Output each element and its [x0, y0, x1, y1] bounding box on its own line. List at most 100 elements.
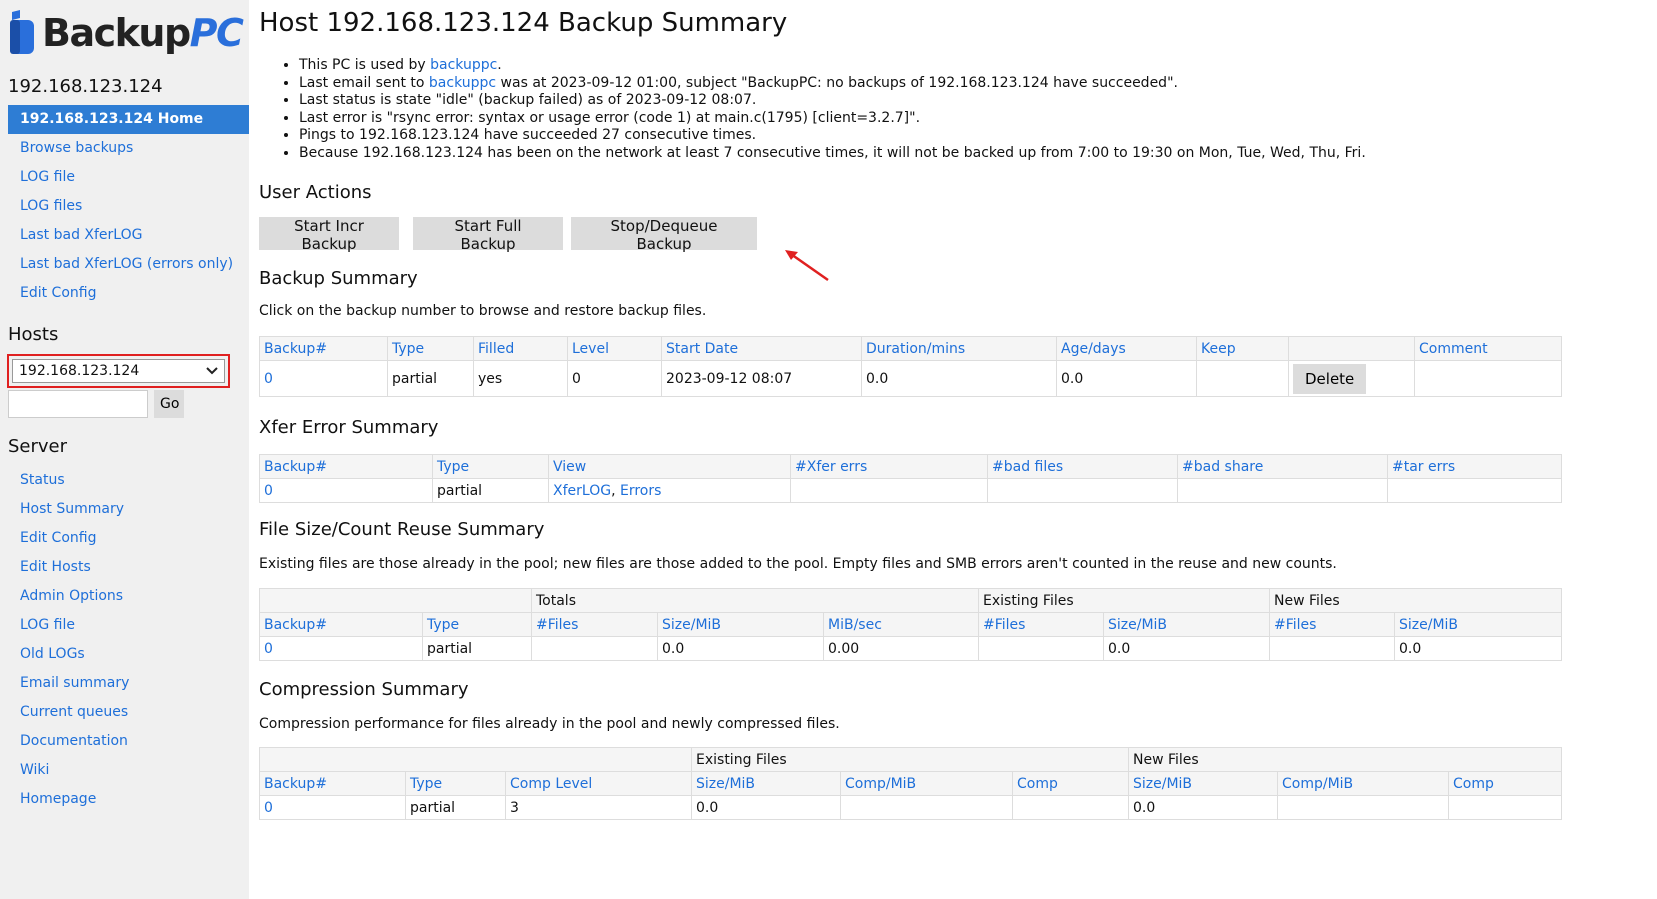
- sidebar-item-current-queues[interactable]: Current queues: [0, 698, 249, 727]
- host-select[interactable]: 192.168.123.124: [12, 359, 225, 383]
- backup-num-link[interactable]: 0: [264, 800, 273, 816]
- col-duration[interactable]: Duration/mins: [861, 336, 1057, 361]
- xfer-error-table: Backup# Type View #Xfer errs #bad files …: [259, 454, 1562, 503]
- compression-summary-table: Existing Files New Files Backup# Type Co…: [259, 747, 1562, 820]
- col-xfer-errs[interactable]: #Xfer errs: [790, 454, 988, 479]
- reuse-summary-table: Totals Existing Files New Files Backup# …: [259, 588, 1562, 661]
- cell-existing-files: [978, 636, 1104, 661]
- cell-level: 0: [567, 360, 662, 397]
- sidebar-item-host-summary[interactable]: Host Summary: [0, 495, 249, 524]
- backup-num-link[interactable]: 0: [264, 483, 273, 499]
- col-type[interactable]: Type: [387, 336, 474, 361]
- sidebar-item-wiki[interactable]: Wiki: [0, 756, 249, 785]
- sidebar-item-browse-backups[interactable]: Browse backups: [0, 134, 249, 163]
- col-backup-num[interactable]: Backup#: [259, 336, 388, 361]
- col-size[interactable]: Size/MiB: [657, 612, 824, 637]
- table-row: 0 partial XferLOG, Errors: [259, 478, 1562, 503]
- col-existing-files[interactable]: #Files: [978, 612, 1104, 637]
- sidebar-item-log-files[interactable]: LOG files: [0, 192, 249, 221]
- sidebar-item-server-edit-config[interactable]: Edit Config: [0, 524, 249, 553]
- backup-summary-table: Backup# Type Filled Level Start Date Dur…: [259, 336, 1562, 397]
- cell-new-comp: [1448, 795, 1562, 820]
- col-new-comp-mib[interactable]: Comp/MiB: [1277, 771, 1449, 796]
- cell-type: partial: [422, 636, 532, 661]
- col-existing-comp-mib[interactable]: Comp/MiB: [840, 771, 1013, 796]
- col-backup-num[interactable]: Backup#: [259, 771, 406, 796]
- host-search-input[interactable]: [8, 390, 148, 418]
- sidebar-item-edit-hosts[interactable]: Edit Hosts: [0, 553, 249, 582]
- sidebar-item-email-summary[interactable]: Email summary: [0, 669, 249, 698]
- sidebar: BackupPC 192.168.123.124 192.168.123.124…: [0, 0, 249, 899]
- col-type[interactable]: Type: [405, 771, 506, 796]
- sidebar-item-last-bad-xferlog-errors[interactable]: Last bad XferLOG (errors only): [0, 250, 249, 279]
- go-button[interactable]: Go: [154, 390, 184, 418]
- xferlog-link[interactable]: XferLOG: [553, 483, 611, 499]
- sidebar-item-server-log-file[interactable]: LOG file: [0, 611, 249, 640]
- col-start-date[interactable]: Start Date: [661, 336, 862, 361]
- col-comp-level[interactable]: Comp Level: [505, 771, 692, 796]
- cell-backup-num: 0: [259, 795, 406, 820]
- chevron-down-icon: [206, 367, 218, 375]
- host-select-highlight: 192.168.123.124: [7, 354, 230, 388]
- start-full-backup-button[interactable]: Start Full Backup: [413, 217, 563, 253]
- sidebar-item-admin-options[interactable]: Admin Options: [0, 582, 249, 611]
- col-level[interactable]: Level: [567, 336, 662, 361]
- sidebar-item-documentation[interactable]: Documentation: [0, 727, 249, 756]
- group-blank: [259, 588, 532, 613]
- col-existing-size[interactable]: Size/MiB: [691, 771, 841, 796]
- sidebar-item-log-file[interactable]: LOG file: [0, 163, 249, 192]
- col-new-size[interactable]: Size/MiB: [1128, 771, 1278, 796]
- sidebar-item-homepage[interactable]: Homepage: [0, 785, 249, 814]
- reuse-summary-desc: Existing files are those already in the …: [259, 556, 1337, 572]
- server-nav: Status Host Summary Edit Config Edit Hos…: [0, 466, 249, 814]
- col-new-size[interactable]: Size/MiB: [1394, 612, 1562, 637]
- table-header-row: Backup# Type Filled Level Start Date Dur…: [259, 336, 1562, 361]
- col-keep[interactable]: Keep: [1196, 336, 1289, 361]
- col-new-comp[interactable]: Comp: [1448, 771, 1562, 796]
- errors-link[interactable]: Errors: [620, 483, 661, 499]
- table-group-row: Existing Files New Files: [259, 747, 1562, 772]
- col-existing-size[interactable]: Size/MiB: [1103, 612, 1270, 637]
- stop-dequeue-backup-button[interactable]: Stop/Dequeue Backup: [571, 217, 757, 253]
- sidebar-item-status[interactable]: Status: [0, 466, 249, 495]
- col-files[interactable]: #Files: [531, 612, 658, 637]
- sidebar-item-last-bad-xferlog[interactable]: Last bad XferLOG: [0, 221, 249, 250]
- user-actions-title: User Actions: [259, 182, 372, 203]
- start-incr-backup-button[interactable]: Start Incr Backup: [259, 217, 399, 253]
- info-text: This PC is used by: [299, 57, 431, 73]
- col-bad-files[interactable]: #bad files: [987, 454, 1178, 479]
- backuppc-logo[interactable]: BackupPC: [8, 8, 244, 58]
- info-last-status: Last status is state "idle" (backup fail…: [299, 92, 1366, 110]
- col-filled[interactable]: Filled: [473, 336, 568, 361]
- backup-num-link[interactable]: 0: [264, 641, 273, 657]
- info-text: Last email sent to: [299, 74, 429, 91]
- cell-backup-num: 0: [259, 636, 423, 661]
- col-new-files[interactable]: #Files: [1269, 612, 1395, 637]
- col-mib-sec[interactable]: MiB/sec: [823, 612, 979, 637]
- delete-button[interactable]: Delete: [1293, 363, 1367, 394]
- col-type[interactable]: Type: [432, 454, 549, 479]
- sidebar-item-host-home[interactable]: 192.168.123.124 Home: [8, 105, 249, 134]
- sidebar-item-old-logs[interactable]: Old LOGs: [0, 640, 249, 669]
- email-user-link[interactable]: backuppc: [429, 75, 496, 91]
- cell-filled: yes: [473, 360, 568, 397]
- col-view[interactable]: View: [548, 454, 791, 479]
- cell-existing-size: 0.0: [1103, 636, 1270, 661]
- cell-new-comp-mib: [1277, 795, 1449, 820]
- col-tar-errs[interactable]: #tar errs: [1387, 454, 1562, 479]
- col-bad-share[interactable]: #bad share: [1177, 454, 1388, 479]
- cell-existing-comp: [1012, 795, 1129, 820]
- sidebar-host-title: 192.168.123.124: [8, 76, 163, 97]
- col-actions: [1288, 336, 1415, 361]
- col-backup-num[interactable]: Backup#: [259, 454, 433, 479]
- info-used-by: This PC is used by backuppc.: [299, 57, 1366, 75]
- user-link[interactable]: backuppc: [430, 57, 497, 73]
- col-existing-comp[interactable]: Comp: [1012, 771, 1129, 796]
- info-pings: Pings to 192.168.123.124 have succeeded …: [299, 127, 1366, 145]
- col-backup-num[interactable]: Backup#: [259, 612, 423, 637]
- col-type[interactable]: Type: [422, 612, 532, 637]
- sidebar-item-edit-config[interactable]: Edit Config: [0, 279, 249, 308]
- col-age[interactable]: Age/days: [1056, 336, 1197, 361]
- col-comment[interactable]: Comment: [1414, 336, 1562, 361]
- backup-num-link[interactable]: 0: [264, 371, 273, 387]
